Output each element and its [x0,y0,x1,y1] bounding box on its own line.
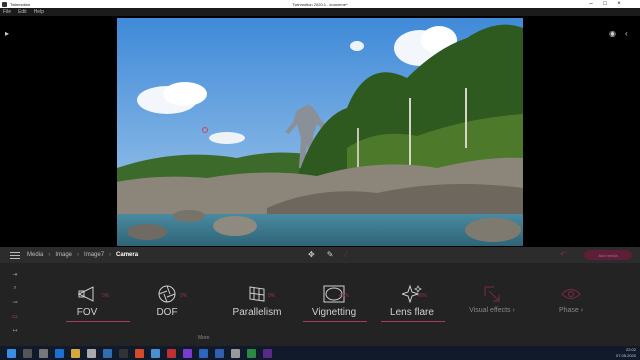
crumb-media[interactable]: Media [27,252,43,258]
camera-settings-panel: ⇥ ⌕ ⊸ ▭ ↦ 0% FOV 0% DOF 0% Parallelism 4… [0,263,640,346]
vignetting-percent: 40% [339,293,350,299]
chevron-right-icon: › [77,252,80,258]
menu-help[interactable]: Help [34,9,44,15]
play-arrow-icon[interactable]: ▸ [5,29,9,38]
menu-bar: File Edit Help [0,8,640,16]
hamburger-menu-icon[interactable] [10,251,20,259]
dof-percent: 0% [180,293,188,299]
pen-icon[interactable]: ✎ [327,250,334,259]
edge-icon[interactable] [55,348,64,358]
crumb-image7[interactable]: Image7 [84,252,104,258]
fov-label: FOV [76,307,98,318]
app-icon[interactable] [167,348,176,358]
crumb-camera: Camera [116,252,139,258]
minimize-icon[interactable]: – [584,0,598,8]
lens-flare-percent: 40% [417,293,428,299]
chrome-icon[interactable] [135,348,144,358]
undo-icon[interactable]: ↶ [560,250,567,259]
fov-slider-line[interactable] [66,321,130,322]
maximize-icon[interactable]: □ [598,0,612,8]
move-icon[interactable]: ✥ [308,250,315,259]
grid-icon [246,283,268,305]
feature-parallelism[interactable]: 0% Parallelism [222,283,292,318]
vignetting-label: Vignetting [311,307,357,318]
fov-icon [76,283,98,305]
menu-edit[interactable]: Edit [18,9,27,15]
chevron-right-icon: › [48,252,51,258]
close-icon[interactable]: × [612,0,626,8]
window-title-bar: Twinmotion Twinmotion 2020.1 - koncerne*… [0,0,640,8]
app-icon[interactable] [263,348,272,358]
app-icon[interactable] [199,348,208,358]
breadcrumb: Media › Image › Image7 › Camera [27,252,138,258]
connect-icon[interactable]: ⊸ [8,299,22,313]
app-icon[interactable] [215,348,224,358]
lens-flare-label: Lens flare [390,307,434,318]
mail-icon[interactable] [103,348,112,358]
chevron-right-icon: › [109,252,112,258]
center-tools: ✥ ✎ ⁄ [308,250,359,259]
chevron-left-icon[interactable]: ‹ [625,29,628,38]
obs-icon[interactable] [119,348,128,358]
import-icon[interactable]: ⇥ [8,271,22,285]
left-toolbar: ⇥ ⌕ ⊸ ▭ ↦ [8,271,22,341]
eye-icon [560,283,582,305]
windows-start-icon[interactable] [7,348,16,358]
search-icon[interactable] [23,348,32,358]
window-title: Twinmotion 2020.1 - koncerne* [292,2,348,7]
search-icon[interactable]: ⌕ [8,285,22,299]
phase-label: Phase › [558,307,584,314]
media-icon[interactable]: ▭ [8,313,22,327]
windows-taskbar: 22:02 07.05.2020 [0,346,640,360]
feature-vignetting[interactable]: 40% Vignetting [299,283,369,322]
app-icon[interactable] [247,348,256,358]
visual-effects-label: Visual effects › [469,307,515,314]
premiere-icon[interactable] [183,348,192,358]
aperture-icon [156,283,178,305]
rendered-scene-image[interactable] [117,18,523,246]
phase-link[interactable]: Phase › [536,283,606,314]
app-icon[interactable] [151,348,160,358]
vignetting-slider-line[interactable] [303,321,367,322]
twinmotion-icon[interactable] [231,348,240,358]
more-link[interactable]: More [198,335,209,341]
export-icon[interactable]: ↦ [8,327,22,341]
parallelism-percent: 0% [268,293,276,299]
parallelism-label: Parallelism [232,307,282,318]
fov-percent: 0% [102,293,110,299]
add-media-button[interactable]: Add media [584,250,632,260]
system-tray-clock[interactable]: 22:02 07.05.2020 [616,347,636,359]
breadcrumb-bar: Media › Image › Image7 › Camera ✥ ✎ ⁄ ↶ … [0,247,640,263]
feature-fov[interactable]: 0% FOV [52,283,130,322]
store-icon[interactable] [87,348,96,358]
file-explorer-icon[interactable] [71,348,80,358]
lens-flare-slider-line[interactable] [381,321,445,322]
visual-effects-link[interactable]: Visual effects › [457,283,527,314]
clock-date: 07.05.2020 [615,353,636,358]
cursor-icon [481,283,503,305]
menu-file[interactable]: File [3,9,11,15]
dof-label: DOF [156,307,178,318]
task-view-icon[interactable] [39,348,48,358]
feature-dof[interactable]: 0% DOF [132,283,202,318]
feature-lens-flare[interactable]: 40% Lens flare [377,283,447,322]
viewport[interactable]: ▸ ◉ ‹ [0,16,640,247]
eye-icon[interactable]: ◉ [609,29,616,38]
crumb-image[interactable]: Image [55,252,72,258]
magic-wand-icon[interactable]: ⁄ [345,250,346,259]
